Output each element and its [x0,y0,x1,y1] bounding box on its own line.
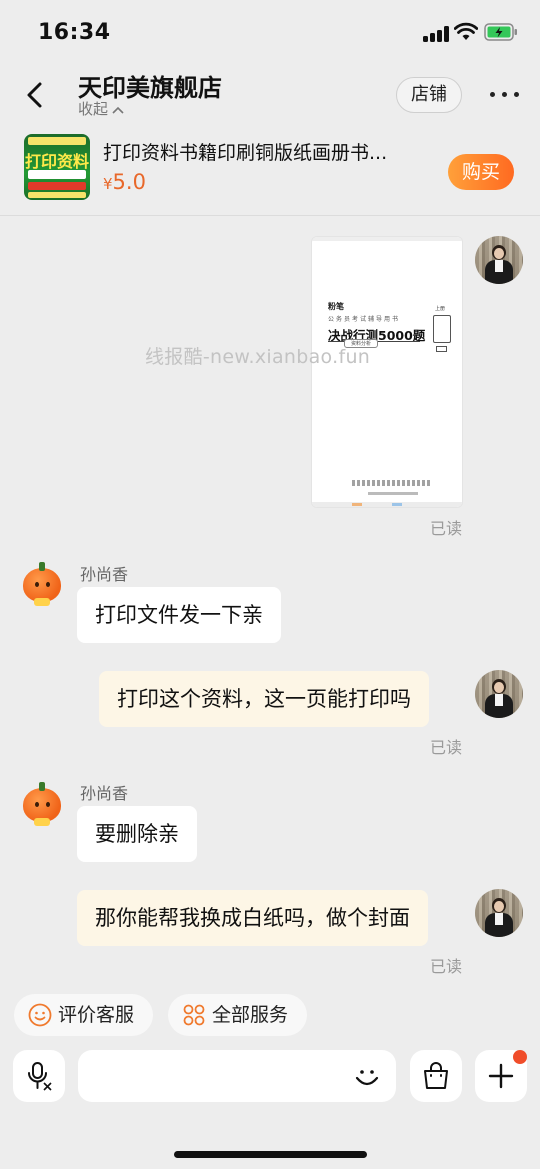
read-status: 已读 [430,957,463,976]
avatar[interactable] [475,889,523,937]
sender-name: 孙尚香 [80,565,129,584]
home-indicator [174,1151,367,1158]
cover-subtitle: 公务员考试辅导用书 [328,316,401,323]
all-services-button[interactable]: 全部服务 [168,994,307,1036]
sender-name: 孙尚香 [80,784,129,803]
cover-brand: 粉笔 [328,302,344,311]
collapse-toggle[interactable]: 收起 [78,98,124,119]
currency-symbol: ¥ [103,175,113,193]
grid-icon [183,1004,205,1026]
status-bar: 16:34 [0,0,540,64]
battery-icon [484,23,517,41]
product-price: ¥5.0 [103,170,146,194]
read-status: 已读 [430,738,463,757]
chevron-up-icon [112,106,124,114]
status-time: 16:34 [38,20,111,45]
publisher-mark [352,480,432,486]
notification-dot [513,1050,527,1064]
message-bubble[interactable]: 要删除亲 [77,806,197,862]
emoji-icon[interactable] [352,1062,382,1092]
message-bubble[interactable]: 打印这个资料，这一页能打印吗 [99,671,429,727]
thumbnail-text: 打印资料 [24,152,89,171]
signal-icon [423,26,449,42]
message-input[interactable] [78,1050,396,1102]
avatar[interactable] [475,670,523,718]
avatar[interactable] [20,782,64,826]
quick-action-label: 全部服务 [212,1004,289,1026]
quick-action-label: 评价客服 [58,1004,135,1026]
product-title: 打印资料书籍印刷铜版纸画册书... [103,142,388,164]
shopping-bag-icon [424,1062,448,1089]
microphone-icon [28,1062,52,1091]
back-icon[interactable] [22,80,48,110]
avatar[interactable] [20,562,64,606]
message-bubble[interactable]: 那你能帮我换成白纸吗，做个封面 [77,890,428,946]
product-thumbnail: 打印资料 [24,134,90,200]
buy-button[interactable]: 购买 [448,154,514,190]
collapse-label: 收起 [78,100,109,118]
image-message[interactable]: 粉笔 公务员考试辅导用书 决战行测5000题 资料分析 上册 [311,236,463,508]
plus-icon [488,1063,514,1089]
watermark: 线报酷-new.xianbao.fun [145,346,371,368]
price-value: 5.0 [112,170,146,194]
shop-bag-button[interactable] [410,1050,462,1102]
message-bubble[interactable]: 打印文件发一下亲 [77,587,281,643]
voice-button[interactable] [13,1050,65,1102]
store-button[interactable]: 店铺 [396,77,462,113]
avatar[interactable] [475,236,523,284]
rate-service-button[interactable]: 评价客服 [14,994,153,1036]
cover-volume: 上册 [435,306,446,312]
more-icon[interactable] [490,92,520,100]
smile-icon [28,1003,52,1027]
chat-header: 天印美旗舰店 收起 店铺 [0,64,540,126]
read-status: 已读 [430,519,463,538]
product-card[interactable]: 打印资料 打印资料书籍印刷铜版纸画册书... ¥5.0 购买 [0,126,540,216]
wifi-icon [454,22,478,40]
